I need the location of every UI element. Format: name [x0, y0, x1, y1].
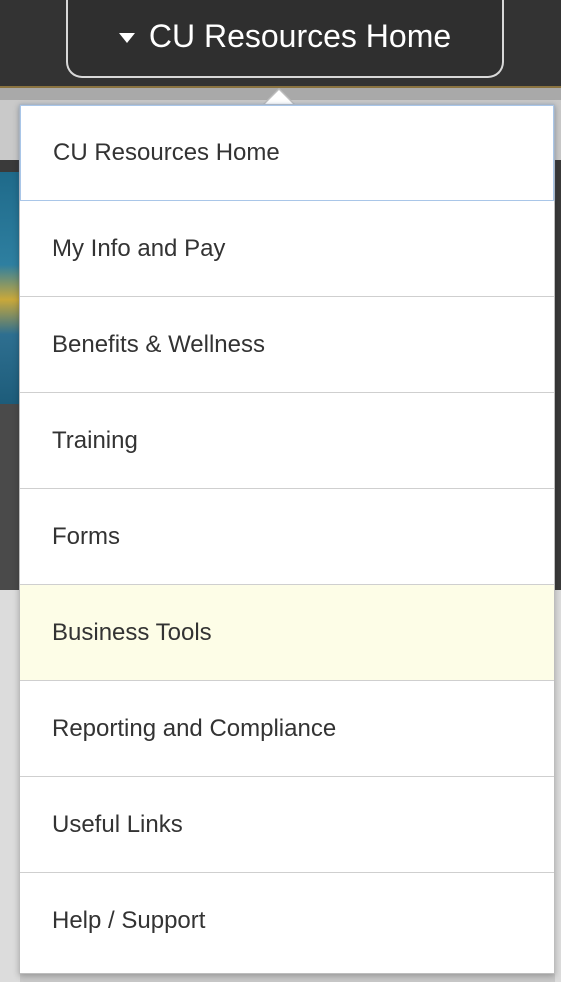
page-title-dropdown-button[interactable]: CU Resources Home — [66, 0, 504, 78]
menu-item-help-support[interactable]: Help / Support — [20, 873, 554, 969]
menu-item-reporting-and-compliance[interactable]: Reporting and Compliance — [20, 681, 554, 777]
menu-item-label: Benefits & Wellness — [52, 330, 265, 358]
menu-item-business-tools[interactable]: Business Tools — [20, 585, 554, 681]
menu-item-my-info-and-pay[interactable]: My Info and Pay — [20, 201, 554, 297]
background-page-left-lower — [0, 404, 20, 590]
menu-item-label: Useful Links — [52, 810, 183, 838]
menu-item-training[interactable]: Training — [20, 393, 554, 489]
menu-item-label: Reporting and Compliance — [52, 714, 337, 742]
caret-down-icon — [118, 33, 135, 43]
menu-item-forms[interactable]: Forms — [20, 489, 554, 585]
menu-item-label: CU Resources Home — [53, 139, 280, 166]
menu-item-label: My Info and Pay — [52, 234, 226, 262]
menu-item-label: Forms — [52, 522, 120, 550]
background-page-left-content — [0, 590, 20, 982]
page-title: CU Resources Home — [148, 17, 452, 54]
menu-item-label: Training — [52, 426, 138, 454]
background-page-right-content — [555, 590, 561, 982]
menu-item-useful-links[interactable]: Useful Links — [20, 777, 554, 873]
menu-item-label: Help / Support — [52, 907, 206, 934]
menu-item-label: Business Tools — [52, 618, 212, 646]
background-banner-image — [0, 172, 20, 404]
menu-pointer-inner — [264, 90, 294, 105]
navigation-dropdown-menu: CU Resources Home My Info and Pay Benefi… — [19, 104, 555, 974]
menu-item-cu-resources-home[interactable]: CU Resources Home — [20, 105, 554, 201]
background-page-right — [555, 160, 561, 590]
menu-item-benefits-wellness[interactable]: Benefits & Wellness — [20, 297, 554, 393]
